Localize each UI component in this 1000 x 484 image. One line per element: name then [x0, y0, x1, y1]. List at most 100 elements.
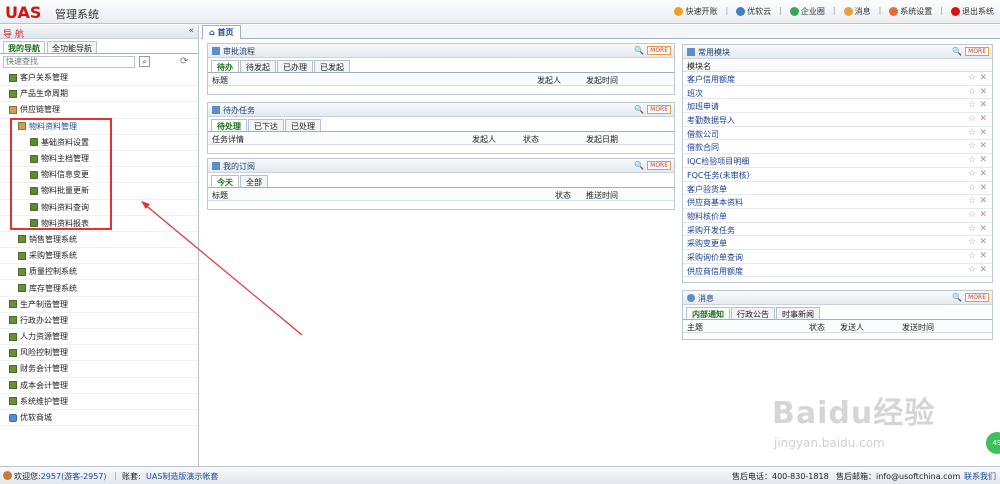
tab-news[interactable]: 时事新闻 [776, 307, 820, 319]
magnifier-icon[interactable]: 🔍 [952, 47, 962, 56]
tab-all[interactable]: 全部 [240, 175, 268, 187]
nav-tree-item[interactable]: 优软商城 [0, 410, 198, 427]
tab-my-nav[interactable]: 我的导航 [3, 41, 45, 53]
star-icon[interactable]: ☆ [968, 196, 976, 206]
tab-home[interactable]: ⌂ 首页 [202, 25, 241, 39]
nav-tree-item[interactable]: 生产制造管理 [0, 297, 198, 313]
nav-tree-item[interactable]: 客户关系管理 [0, 70, 198, 87]
module-link[interactable]: 供应商信用额度 [687, 266, 743, 277]
nav-tree-item[interactable]: 销售管理系统 [0, 232, 198, 249]
tab-handled[interactable]: 已办理 [277, 60, 313, 72]
close-icon[interactable]: ✕ [979, 237, 987, 247]
module-link[interactable]: 借款公司 [687, 129, 719, 140]
nav-tree-item[interactable]: 采购管理系统 [0, 248, 198, 265]
usoft-cloud-link[interactable]: 优软云 [736, 6, 771, 17]
close-icon[interactable]: ✕ [979, 155, 987, 165]
close-icon[interactable]: ✕ [979, 114, 987, 124]
close-icon[interactable]: ✕ [979, 210, 987, 220]
tab-processed[interactable]: 已处理 [285, 119, 321, 131]
messages-link[interactable]: 消息 [843, 6, 871, 17]
module-link[interactable]: 客户信用额度 [687, 74, 735, 85]
nav-tree-label: 产品生命周期 [20, 89, 68, 99]
star-icon[interactable]: ☆ [968, 183, 976, 193]
settings-link[interactable]: 系统设置 [889, 6, 932, 17]
more-button[interactable]: MORE [647, 161, 671, 170]
module-link[interactable]: FQC任务(未审核） [687, 170, 755, 181]
contact-us-link[interactable]: 联系我们 [964, 471, 996, 482]
more-button[interactable]: MORE [647, 46, 671, 55]
star-icon[interactable]: ☆ [968, 251, 976, 261]
close-icon[interactable]: ✕ [979, 196, 987, 206]
module-link[interactable]: 班次 [687, 88, 703, 99]
nav-search-input[interactable] [3, 55, 135, 68]
star-icon[interactable]: ☆ [968, 237, 976, 247]
close-icon[interactable]: ✕ [979, 224, 987, 234]
support-email: 售后邮箱：info@usoftchina.com [836, 472, 961, 481]
more-button[interactable]: MORE [965, 293, 989, 302]
magnifier-icon[interactable]: 🔍 [634, 46, 644, 55]
search-icon[interactable]: ⌕ [139, 56, 150, 67]
magnifier-icon[interactable]: 🔍 [634, 161, 644, 170]
nav-tree-item[interactable]: 行政办公管理 [0, 313, 198, 329]
close-icon[interactable]: ✕ [979, 169, 987, 179]
close-icon[interactable]: ✕ [979, 141, 987, 151]
nav-tree-item[interactable]: 质量控制系统 [0, 264, 198, 281]
star-icon[interactable]: ☆ [968, 114, 976, 124]
module-link[interactable]: IQC检验项目明细 [687, 156, 749, 167]
nav-tree-item[interactable]: 产品生命周期 [0, 86, 198, 103]
magnifier-icon[interactable]: 🔍 [952, 293, 962, 302]
nav-tree-item[interactable]: 库存管理系统 [0, 280, 198, 297]
tab-initiated[interactable]: 已发起 [314, 60, 350, 72]
close-icon[interactable]: ✕ [979, 73, 987, 83]
close-icon[interactable]: ✕ [979, 100, 987, 110]
close-icon[interactable]: ✕ [979, 87, 987, 97]
close-icon[interactable]: ✕ [979, 265, 987, 275]
module-link[interactable]: 加班申请 [687, 101, 719, 112]
module-link[interactable]: 供应商基本资料 [687, 197, 743, 208]
close-icon[interactable]: ✕ [979, 251, 987, 261]
tab-full-nav[interactable]: 全功能导航 [47, 41, 97, 53]
quick-account-link[interactable]: 快速开账 [674, 6, 717, 17]
star-icon[interactable]: ☆ [968, 224, 976, 234]
module-link[interactable]: 客户验货单 [687, 184, 727, 195]
tab-todo[interactable]: 待办 [211, 60, 239, 72]
module-link[interactable]: 考勤数据导入 [687, 115, 735, 126]
tab-pending[interactable]: 待处理 [211, 119, 247, 131]
tab-admin-bulletin[interactable]: 行政公告 [731, 307, 775, 319]
close-icon[interactable]: ✕ [979, 183, 987, 193]
star-icon[interactable]: ☆ [968, 128, 976, 138]
module-link[interactable]: 采购询价单查询 [687, 252, 743, 263]
module-link[interactable]: 物料核价单 [687, 211, 727, 222]
star-icon[interactable]: ☆ [968, 100, 976, 110]
more-button[interactable]: MORE [965, 47, 989, 56]
logout-link[interactable]: 退出系统 [951, 6, 994, 17]
collapse-icon[interactable]: « [188, 26, 194, 36]
nav-tree-item[interactable]: 供应链管理 [0, 102, 198, 119]
account-name[interactable]: UAS制造版演示帐套 [146, 471, 218, 482]
more-button[interactable]: MORE [647, 105, 671, 114]
magnifier-icon[interactable]: 🔍 [634, 105, 644, 114]
star-icon[interactable]: ☆ [968, 155, 976, 165]
star-icon[interactable]: ☆ [968, 169, 976, 179]
enterprise-circle-link[interactable]: 企业圈 [789, 6, 825, 17]
tab-to-initiate[interactable]: 待发起 [240, 60, 276, 72]
tab-issued[interactable]: 已下达 [248, 119, 284, 131]
module-link[interactable]: 采购开发任务 [687, 225, 735, 236]
nav-tree-item[interactable]: 成本会计管理 [0, 378, 198, 394]
star-icon[interactable]: ☆ [968, 210, 976, 220]
nav-tree-item[interactable]: 财务会计管理 [0, 361, 198, 378]
nav-tree-item[interactable]: 风险控制管理 [0, 345, 198, 362]
module-link[interactable]: 借款合同 [687, 142, 719, 153]
star-icon[interactable]: ☆ [968, 87, 976, 97]
tab-internal-notice[interactable]: 内部通知 [686, 307, 730, 319]
nav-tree-item[interactable]: 人力资源管理 [0, 329, 198, 346]
refresh-icon[interactable]: ⟳ [180, 56, 188, 67]
close-icon[interactable]: ✕ [979, 128, 987, 138]
star-icon[interactable]: ☆ [968, 73, 976, 83]
star-icon[interactable]: ☆ [968, 265, 976, 275]
star-icon[interactable]: ☆ [968, 141, 976, 151]
tab-today[interactable]: 今天 [211, 175, 239, 187]
nav-tree-item[interactable]: 系统维护管理 [0, 394, 198, 410]
baidu-watermark: Baidu经验 jingyan.baidu.com [760, 378, 960, 468]
module-link[interactable]: 采购变更单 [687, 238, 727, 249]
